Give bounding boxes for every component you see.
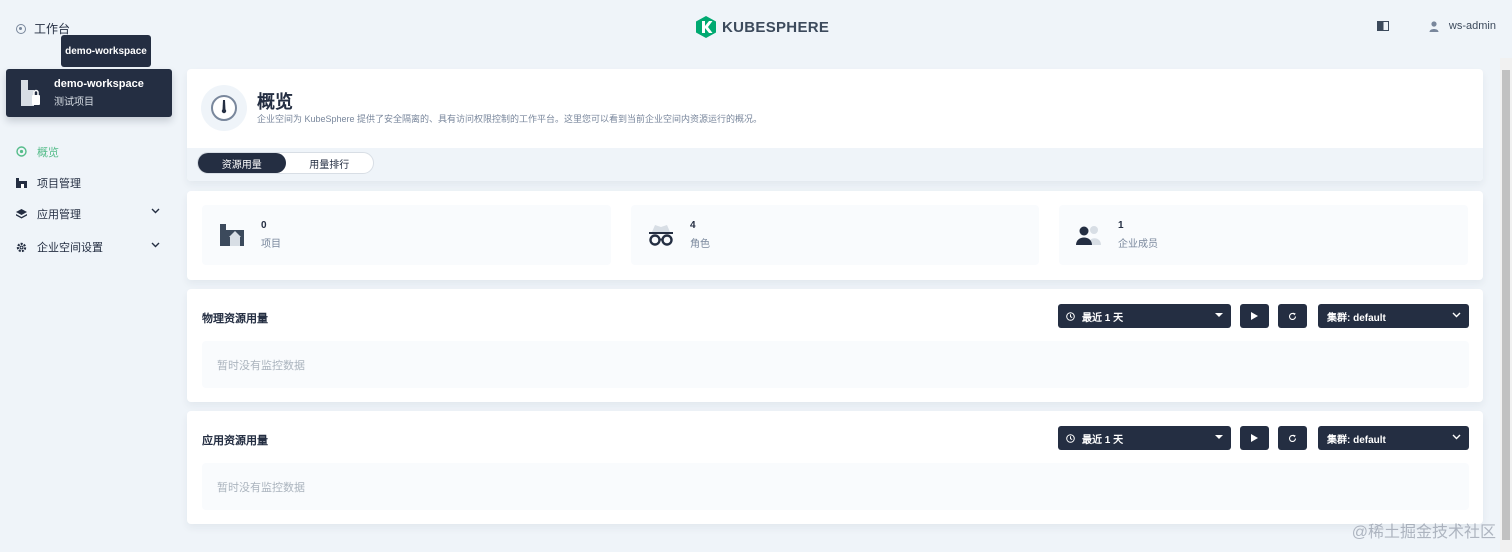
play-icon	[1251, 312, 1258, 320]
refresh-icon	[1288, 434, 1297, 442]
workspace-tooltip: demo-workspace	[61, 35, 151, 67]
time-range-value: 最近 1 天	[1082, 434, 1124, 446]
chevron-down-icon[interactable]	[151, 208, 160, 214]
stat-label: 企业成员	[1118, 239, 1158, 250]
sidebar-item-workspace-settings[interactable]: 企业空间设置	[16, 229, 166, 265]
stat-count: 0	[261, 220, 267, 231]
app-usage-panel: 应用资源用量 最近 1 天 集群: default 暂时没有监控数据	[187, 411, 1483, 524]
section-title: 应用资源用量	[202, 435, 268, 447]
play-button[interactable]	[1240, 304, 1269, 328]
sidebar-item-overview[interactable]: 概览	[16, 136, 166, 167]
time-range-select[interactable]: 最近 1 天	[1058, 426, 1231, 450]
sidebar-item-apps[interactable]: 应用管理	[16, 198, 166, 229]
refresh-button[interactable]	[1278, 426, 1307, 450]
cluster-value: 集群: default	[1327, 434, 1386, 446]
time-range-value: 最近 1 天	[1082, 312, 1124, 324]
chevron-down-icon[interactable]	[151, 242, 160, 248]
project-icon	[219, 222, 245, 248]
sidebar-item-label: 企业空间设置	[37, 242, 103, 254]
stat-members: 1 企业成员	[1059, 205, 1468, 265]
cluster-value: 集群: default	[1327, 312, 1386, 324]
gear-icon	[16, 242, 27, 253]
dashboard-gauge-icon	[201, 85, 247, 131]
caret-down-icon	[1215, 435, 1223, 439]
sidebar-item-label: 项目管理	[37, 177, 81, 190]
play-icon	[1251, 434, 1258, 442]
sidebar-item-projects[interactable]: 项目管理	[16, 167, 166, 198]
stat-projects: 0 项目	[202, 205, 611, 265]
clock-icon	[1066, 433, 1075, 443]
clock-icon	[1066, 311, 1075, 321]
kubesphere-logo[interactable]: KUBESPHERE	[696, 16, 829, 38]
tab-usage-ranking[interactable]: 用量排行	[286, 153, 374, 173]
page-description: 企业空间为 KubeSphere 提供了安全隔离的、具有访问权限控制的工作平台。…	[257, 114, 763, 124]
page-title: 概览	[257, 92, 293, 112]
sidebar-nav: 概览 项目管理 应用管理 企业空间设置	[16, 136, 166, 265]
user-icon	[1429, 20, 1439, 32]
tabs-bar: 资源用量 用量排行	[187, 148, 1483, 181]
user-menu[interactable]: ws-admin	[1429, 20, 1496, 32]
watermark: @稀土掘金技术社区	[1351, 524, 1496, 541]
section-title: 物理资源用量	[202, 313, 268, 325]
stat-label: 角色	[690, 239, 710, 250]
cluster-select[interactable]: 集群: default	[1318, 304, 1469, 328]
workbench-icon	[16, 23, 26, 34]
sidebar-item-label: 概览	[37, 146, 59, 159]
layout-toggle-icon[interactable]	[1376, 21, 1389, 31]
top-bar: 工作台 KUBESPHERE ws-admin	[0, 0, 1512, 58]
project-icon	[16, 177, 27, 188]
workspace-selector[interactable]: demo-workspace 测试项目	[6, 69, 172, 117]
workspace-subtitle: 测试项目	[54, 97, 94, 108]
stat-count: 4	[690, 220, 696, 231]
sidebar-item-label: 应用管理	[37, 208, 81, 221]
physical-usage-panel: 物理资源用量 最近 1 天 集群: default 暂时没有监控数据	[187, 289, 1483, 402]
stat-roles: 4 角色	[631, 205, 1039, 265]
stat-label: 项目	[261, 239, 281, 250]
refresh-button[interactable]	[1278, 304, 1307, 328]
tooltip-text: demo-workspace	[65, 45, 147, 57]
chevron-down-icon	[1452, 312, 1461, 318]
tab-resource-usage[interactable]: 资源用量	[198, 153, 286, 173]
role-icon	[648, 222, 674, 248]
caret-down-icon	[1215, 313, 1223, 317]
overview-icon	[16, 146, 27, 157]
cluster-select[interactable]: 集群: default	[1318, 426, 1469, 450]
workspace-icon	[21, 80, 40, 106]
empty-monitoring-data: 暂时没有监控数据	[202, 341, 1469, 388]
scrollbar-thumb[interactable]	[1502, 70, 1510, 540]
kubesphere-logo-icon	[696, 16, 716, 38]
overview-header: 概览 企业空间为 KubeSphere 提供了安全隔离的、具有访问权限控制的工作…	[187, 69, 1483, 181]
refresh-icon	[1288, 312, 1297, 320]
chevron-down-icon	[1452, 434, 1461, 440]
app-icon	[16, 208, 27, 219]
page-scrollbar[interactable]	[1500, 58, 1512, 552]
members-icon	[1076, 222, 1102, 248]
stats-panel: 0 项目 4 角色 1 企业成员	[187, 191, 1483, 280]
workspace-title: demo-workspace	[54, 78, 144, 90]
user-name: ws-admin	[1448, 20, 1496, 32]
stat-count: 1	[1118, 220, 1124, 231]
logo-text: KUBESPHERE	[722, 18, 830, 36]
time-range-select[interactable]: 最近 1 天	[1058, 304, 1231, 328]
tab-group: 资源用量 用量排行	[197, 152, 374, 174]
play-button[interactable]	[1240, 426, 1269, 450]
empty-monitoring-data: 暂时没有监控数据	[202, 463, 1469, 510]
